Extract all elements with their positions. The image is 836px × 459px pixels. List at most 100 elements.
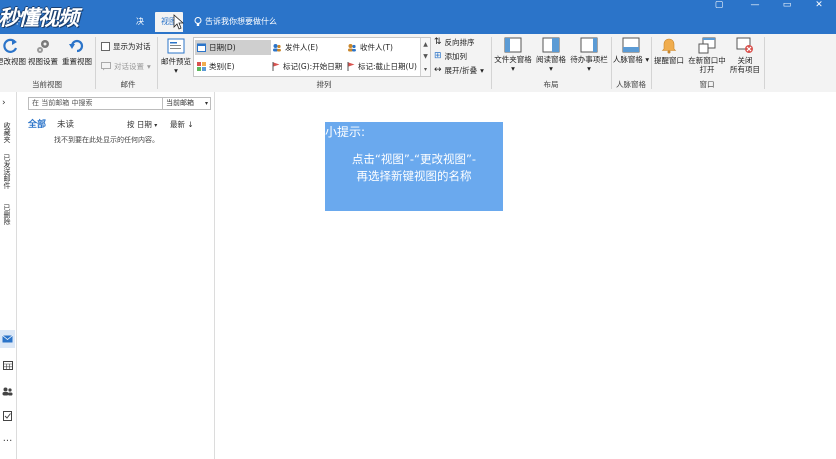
tip-title: 小提示: [325,125,366,139]
sort-arrows-icon: ⇅ [434,37,442,47]
minimize-button[interactable]: — [740,0,770,12]
close-all-items-button[interactable]: 关闭 所有项目 [728,37,762,77]
chevron-up-icon[interactable]: ▲ [423,41,428,48]
reading-pane-icon [542,37,560,53]
checkbox-box [101,42,110,51]
todo-bar-button[interactable]: 待办事项栏 ▾ [569,37,609,77]
tab-help[interactable]: 决 [136,12,144,32]
message-list-pane: 在 当前邮箱 中搜索 当前邮箱 ▾ 全部 未读 按 日期 ▾ 最新 ↓ 找不到要… [17,92,215,459]
reminders-window-button[interactable]: 提醒窗口 [652,37,686,77]
expand-folder-pane-icon[interactable]: › [2,98,6,108]
arrange-by-from[interactable]: 发件人(E) [270,40,346,55]
chevron-down-icon: ▾ [147,62,151,71]
arrange-by-date[interactable]: 日期(D) [195,40,271,55]
arrange-to-label: 收件人(T) [360,43,393,52]
search-scope-value: 当前邮箱 [166,99,194,107]
category-icon [197,62,206,71]
tell-me-search[interactable]: 告诉我你想要做什么 [194,12,277,32]
chevron-down-icon: ▾ [511,64,515,73]
nav-deleted-items[interactable]: 已删除 [1,204,13,225]
search-input[interactable]: 在 当前邮箱 中搜索 [28,97,181,110]
expand-collapse-icon: ↔ [434,65,442,75]
change-view-label: 更改视图 [0,57,26,66]
reverse-sort-label: 反向排序 [444,38,475,47]
chevron-down-icon: ▾ [174,66,178,75]
group-divider [764,37,765,89]
show-as-conversations-checkbox[interactable]: 显示为对话 [101,40,151,53]
conversation-settings-button[interactable]: 对话设置 ▾ [101,60,151,73]
title-bar: 文件 秒懂视频 决 视图 告诉我你想要做什么 ▢ — ▭ ✕ [0,0,836,34]
show-as-conversations-label: 显示为对话 [113,42,151,51]
chevron-down-icon: ▾ [645,55,650,64]
filter-all-tab[interactable]: 全部 [28,117,46,130]
sort-by-dropdown[interactable]: 按 日期 ▾ [127,119,157,130]
gear-icon [37,40,49,53]
chevron-down-icon: ▾ [587,64,591,73]
tip-line-1: 点击“视图”-“更改视图”- [351,152,477,166]
messages-group-label: 邮件 [120,80,136,89]
folder-pane-button[interactable]: 文件夹窗格 ▾ [493,37,533,77]
reading-pane-button[interactable]: 阅读窗格 ▾ [533,37,569,77]
people-icon [273,44,281,52]
nav-people[interactable] [0,382,15,400]
mail-icon [2,335,13,343]
nav-tasks[interactable] [0,407,15,425]
conversation-settings-label: 对话设置 [114,62,144,71]
add-columns-icon: ⊞ [434,51,442,61]
sort-order-toggle[interactable]: 最新 ↓ [170,119,194,130]
people-icon [348,44,356,52]
close-all-icon [736,37,753,53]
gallery-more-icon[interactable]: ▾ [424,66,427,73]
reverse-sort-button[interactable]: ⇅ 反向排序 [434,36,475,49]
tip-overlay: 小提示: 点击“视图”-“更改视图”- 再选择新键视图的名称 [325,122,503,211]
tell-me-text: 告诉我你想要做什么 [205,17,277,26]
tip-line-2: 再选择新键视图的名称 [356,169,472,183]
flag-icon [272,62,280,71]
maximize-button[interactable]: ▭ [772,0,802,12]
gallery-scroll[interactable]: ▲ ▼ ▾ [420,38,430,76]
arrange-by-flag-start[interactable]: 标记(G):开始日期 [270,59,346,74]
add-columns-button[interactable]: ⊞ 添加列 [434,50,467,63]
chevron-down-icon: ▾ [154,122,158,129]
sort-order-label: 最新 [170,120,185,129]
nav-sent-items[interactable]: 已发送邮件 [1,154,13,189]
nav-favorites[interactable]: 收藏夹 [1,122,13,143]
bell-icon [661,38,677,54]
change-view-button[interactable]: 更改视图 [0,37,28,77]
people-icon [2,387,13,395]
todo-bar-icon [580,37,598,53]
reading-pane [215,92,836,459]
close-button[interactable]: ✕ [804,0,834,12]
arrange-by-category[interactable]: 类别(E) [195,59,271,74]
message-preview-button[interactable]: 邮件预览 ▾ [158,37,194,77]
arrange-by-flag-due[interactable]: 标记:截止日期(U) [345,59,421,74]
reset-view-button[interactable]: 重置视图 [60,37,94,77]
open-in-new-window-button[interactable]: 在新窗口中 打开 [686,37,728,77]
people-pane-label: 人脉窗格 [612,55,643,64]
calendar-icon [2,360,13,370]
new-window-icon [698,37,716,54]
tasks-icon [3,411,12,421]
people-pane-icon [622,37,640,53]
expand-collapse-button[interactable]: ↔ 展开/折叠 ▾ [434,64,484,77]
todo-bar-label: 待办事项栏 [570,55,608,64]
search-scope-dropdown[interactable]: 当前邮箱 ▾ [162,97,211,110]
open-new-window-label-2: 打开 [699,65,715,74]
view-settings-button[interactable]: 视图设置 [26,37,60,77]
nav-mail[interactable] [0,330,15,348]
navigation-bar: › 收藏夹 已发送邮件 已删除 ··· [0,92,17,459]
arrangement-group-label: 排列 [316,80,332,89]
nav-more-icon[interactable]: ··· [0,432,15,450]
mouse-cursor-icon [173,14,185,30]
arrange-by-to[interactable]: 收件人(T) [345,40,421,55]
people-pane-button[interactable]: 人脉窗格 ▾ [612,37,650,77]
chevron-down-icon[interactable]: ▼ [423,53,428,60]
ribbon-display-button[interactable]: ▢ [704,0,734,12]
chevron-down-icon: ▾ [204,100,208,107]
add-columns-label: 添加列 [444,52,468,61]
calendar-icon [197,43,206,52]
filter-unread-tab[interactable]: 未读 [57,118,74,130]
watermark-logo: 秒懂视频 [0,6,79,30]
reading-pane-label: 阅读窗格 [536,55,566,64]
nav-calendar[interactable] [0,356,15,374]
